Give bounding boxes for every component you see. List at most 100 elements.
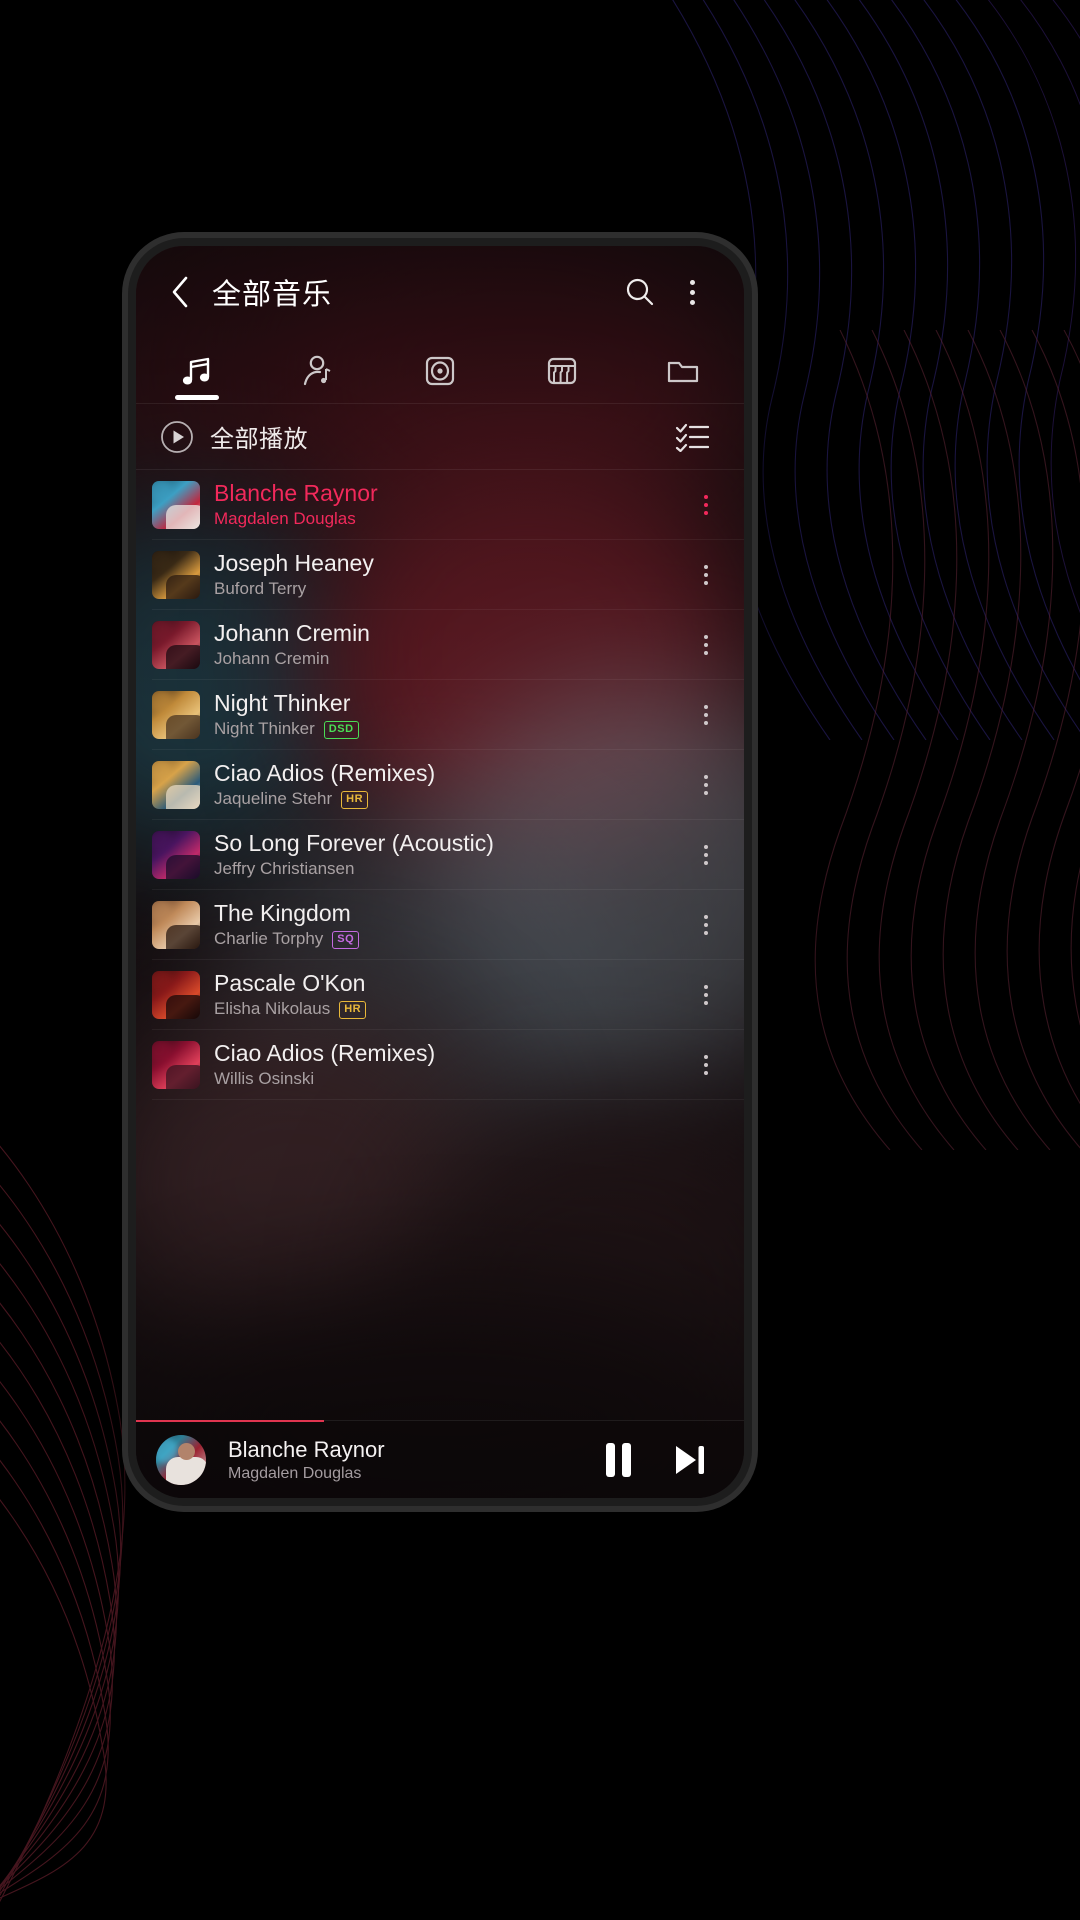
- chevron-left-icon: [172, 276, 188, 308]
- song-artist: Willis Osinski: [214, 1069, 315, 1089]
- album-art-thumbnail: [152, 691, 200, 739]
- song-artist: Charlie Torphy: [214, 929, 324, 949]
- tab-genres[interactable]: [501, 338, 623, 404]
- topographic-lines-right: [780, 330, 1080, 1150]
- mini-player-title: Blanche Raynor: [228, 1436, 385, 1462]
- quality-badge: HR: [339, 1000, 367, 1019]
- song-subtitle: Johann Cremin: [214, 649, 674, 669]
- song-subtitle: Willis Osinski: [214, 1069, 674, 1089]
- song-artist: Buford Terry: [214, 579, 307, 599]
- phone-screen: 全部音乐 全部播放 Blanche Raynor Magdalen Dougla…: [136, 246, 744, 1498]
- tab-albums[interactable]: [379, 338, 501, 404]
- next-button[interactable]: [662, 1432, 718, 1488]
- tab-bar: [136, 338, 744, 404]
- song-meta: Johann Cremin Johann Cremin: [214, 620, 674, 670]
- song-subtitle: Buford Terry: [214, 579, 674, 599]
- row-overflow-button[interactable]: [688, 619, 724, 671]
- play-all-button[interactable]: 全部播放: [160, 419, 666, 454]
- song-meta: Joseph Heaney Buford Terry: [214, 550, 674, 600]
- table-row[interactable]: Joseph Heaney Buford Terry: [136, 540, 744, 610]
- album-art-thumbnail: [152, 831, 200, 879]
- row-overflow-button[interactable]: [688, 759, 724, 811]
- table-row[interactable]: Johann Cremin Johann Cremin: [136, 610, 744, 680]
- search-icon: [626, 278, 654, 306]
- overflow-menu-button[interactable]: [666, 266, 718, 318]
- table-row[interactable]: So Long Forever (Acoustic) Jeffry Christi…: [136, 820, 744, 890]
- checklist-icon: [675, 423, 709, 452]
- song-title: Night Thinker: [214, 690, 351, 717]
- song-title: Pascale O'Kon: [214, 970, 366, 997]
- song-subtitle: Magdalen Douglas: [214, 509, 674, 529]
- song-title: Johann Cremin: [214, 620, 370, 647]
- app-bar: 全部音乐: [136, 246, 744, 338]
- kebab-menu-icon: [689, 279, 695, 305]
- song-meta: Night Thinker Night Thinker DSD: [214, 690, 674, 740]
- song-meta: Blanche Raynor Magdalen Douglas: [214, 480, 674, 530]
- song-artist: Jaqueline Stehr: [214, 789, 333, 809]
- playback-progress-bar[interactable]: [136, 1420, 325, 1422]
- song-meta: Ciao Adios (Remixes) Jaqueline Stehr HR: [214, 760, 674, 810]
- album-art-thumbnail: [152, 971, 200, 1019]
- back-button[interactable]: [158, 270, 202, 314]
- row-overflow-button[interactable]: [688, 479, 724, 531]
- album-art-thumbnail: [152, 621, 200, 669]
- pause-button[interactable]: [590, 1432, 646, 1488]
- song-meta: The Kingdom Charlie Torphy SQ: [214, 900, 674, 950]
- search-button[interactable]: [614, 266, 666, 318]
- mini-player: Blanche Raynor Magdalen Douglas: [136, 1420, 744, 1498]
- tab-artists[interactable]: [258, 338, 380, 404]
- quality-badge: DSD: [323, 720, 359, 739]
- table-row[interactable]: The Kingdom Charlie Torphy SQ: [136, 890, 744, 960]
- table-row[interactable]: Ciao Adios (Remixes) Willis Osinski: [136, 1030, 744, 1100]
- song-meta: Pascale O'Kon Elisha Nikolaus HR: [214, 970, 674, 1020]
- row-overflow-button[interactable]: [688, 549, 724, 601]
- mini-player-artwork: [156, 1434, 206, 1485]
- album-art-thumbnail: [152, 1041, 200, 1089]
- row-overflow-button[interactable]: [688, 829, 724, 881]
- song-artist: Night Thinker: [214, 719, 315, 739]
- song-title: Joseph Heaney: [214, 550, 374, 577]
- song-list[interactable]: Blanche Raynor Magdalen Douglas Joseph Hea…: [136, 470, 744, 1420]
- play-circle-icon: [161, 420, 193, 453]
- song-artist: Johann Cremin: [214, 649, 330, 669]
- song-subtitle: Jeffry Christiansen: [214, 859, 674, 879]
- album-art-thumbnail: [152, 551, 200, 599]
- mini-player-artist: Magdalen Douglas: [228, 1464, 362, 1482]
- row-overflow-button[interactable]: [688, 689, 724, 741]
- mini-player-meta: Blanche Raynor Magdalen Douglas: [228, 1437, 574, 1483]
- song-artist: Jeffry Christiansen: [214, 859, 355, 879]
- album-art-thumbnail: [152, 901, 200, 949]
- quality-badge: SQ: [332, 930, 360, 949]
- quality-badge: HR: [341, 790, 369, 809]
- song-title: Ciao Adios (Remixes): [214, 760, 436, 787]
- tab-songs[interactable]: [136, 338, 258, 404]
- row-overflow-button[interactable]: [688, 899, 724, 951]
- song-title: The Kingdom: [214, 900, 351, 927]
- song-title: Blanche Raynor: [214, 480, 378, 507]
- table-row[interactable]: Pascale O'Kon Elisha Nikolaus HR: [136, 960, 744, 1030]
- table-row[interactable]: Blanche Raynor Magdalen Douglas: [136, 470, 744, 540]
- song-subtitle: Jaqueline Stehr HR: [214, 789, 674, 809]
- table-row[interactable]: Night Thinker Night Thinker DSD: [136, 680, 744, 750]
- tab-folders[interactable]: [622, 338, 744, 404]
- active-tab-indicator: [174, 394, 219, 400]
- album-art-thumbnail: [152, 481, 200, 529]
- play-all-bar: 全部播放: [136, 404, 744, 470]
- song-artist: Magdalen Douglas: [214, 509, 356, 529]
- row-overflow-button[interactable]: [688, 969, 724, 1021]
- song-subtitle: Charlie Torphy SQ: [214, 929, 674, 949]
- phone-device-frame: 全部音乐 全部播放 Blanche Raynor Magdalen Dougla…: [128, 238, 752, 1506]
- song-title: Ciao Adios (Remixes): [214, 1040, 436, 1067]
- song-subtitle: Night Thinker DSD: [214, 719, 674, 739]
- folder-icon: [668, 361, 699, 382]
- page-title: 全部音乐: [212, 279, 333, 311]
- artist-icon: [304, 355, 331, 385]
- row-overflow-button[interactable]: [688, 1039, 724, 1091]
- table-row[interactable]: Ciao Adios (Remixes) Jaqueline Stehr HR: [136, 750, 744, 820]
- song-title: So Long Forever (Acoustic): [214, 830, 494, 857]
- song-subtitle: Elisha Nikolaus HR: [214, 999, 674, 1019]
- song-artist: Elisha Nikolaus: [214, 999, 331, 1019]
- pause-icon: [605, 1442, 631, 1477]
- play-all-label: 全部播放: [210, 426, 308, 453]
- multiselect-button[interactable]: [666, 411, 718, 463]
